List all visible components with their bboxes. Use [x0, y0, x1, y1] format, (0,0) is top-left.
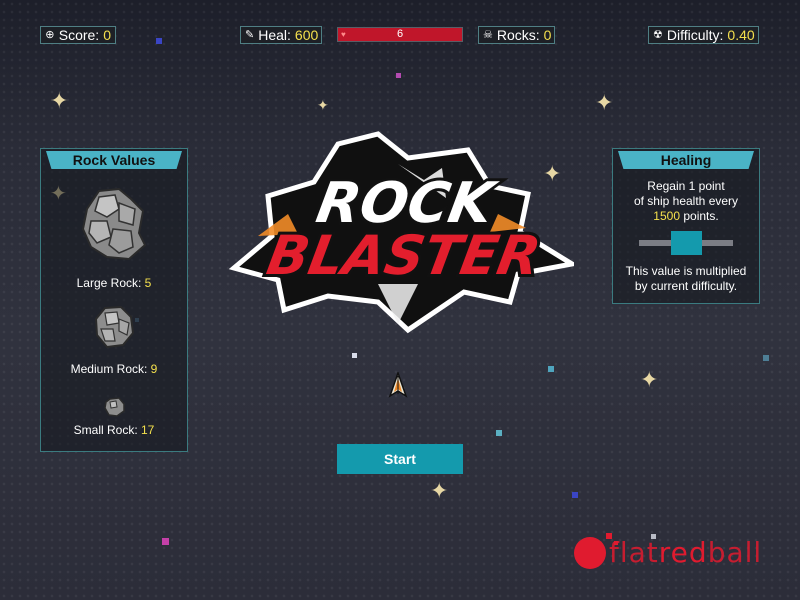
healing-note-1: This value is multiplied — [625, 264, 747, 278]
healing-line-2: of ship health every — [633, 194, 739, 208]
large-rock-value: 5 — [144, 276, 152, 290]
star: ✦ — [595, 90, 614, 115]
pixel-star — [548, 366, 554, 372]
brand-red: red — [658, 536, 708, 569]
player-ship-icon — [388, 372, 408, 398]
healing-panel: Healing Regain 1 point of ship health ev… — [612, 148, 760, 304]
flatredball-wordmark: flatredball — [609, 536, 762, 569]
pixel-star — [496, 430, 502, 436]
heart-icon: ♥ — [341, 30, 346, 39]
health-bar: ♥ 6 — [337, 27, 463, 42]
crosshair-icon: ⊕ — [45, 29, 55, 41]
large-rock-icon — [81, 187, 147, 261]
flatredball-logo: flatredball — [574, 532, 762, 569]
medium-rock-icon — [94, 305, 135, 349]
brand-flat: flat — [609, 536, 659, 569]
medium-rock-value: 9 — [150, 362, 158, 376]
pixel-star — [572, 492, 578, 498]
medium-rock-entry: Medium Rock: 9 — [41, 362, 187, 376]
pixel-star — [763, 355, 769, 361]
healing-points: 1500 points. — [613, 209, 759, 224]
small-rock-entry: Small Rock: 17 — [41, 423, 187, 437]
pixel-star — [352, 353, 357, 358]
healing-note-2: by current difficulty. — [634, 279, 738, 293]
score-display: ⊕ Score: 0 — [40, 26, 116, 44]
star: ✦ — [50, 88, 69, 113]
start-button[interactable]: Start — [337, 444, 463, 474]
rock-values-title: Rock Values — [46, 151, 182, 169]
rock-blaster-logo: ROCK BLASTER — [228, 131, 574, 334]
star: ✦ — [317, 97, 329, 113]
brand-ball: ball — [707, 536, 763, 569]
wrench-icon: ✎ — [245, 29, 255, 41]
small-rock-value: 17 — [141, 423, 155, 437]
small-rock-label: Small Rock: — [73, 423, 138, 437]
rock-values-panel: Rock Values Large Rock: 5 Medium Rock: 9… — [40, 148, 188, 452]
healing-slider-handle[interactable] — [671, 231, 702, 255]
radiation-icon: ☢ — [653, 29, 663, 41]
healing-points-value: 1500 — [653, 209, 680, 223]
skull-icon: ☠ — [483, 29, 493, 41]
rocks-display: ☠ Rocks: 0 — [478, 26, 555, 44]
pixel-star — [396, 73, 401, 78]
logo-word-blaster: BLASTER — [263, 223, 546, 287]
health-value: 6 — [396, 28, 404, 40]
star: ✦ — [430, 478, 449, 503]
difficulty-label: Difficulty: — [666, 27, 724, 43]
rocks-label: Rocks: — [496, 27, 540, 43]
score-label: Score: — [58, 27, 100, 43]
medium-rock-label: Medium Rock: — [70, 362, 148, 376]
healing-points-suffix: points. — [683, 209, 719, 223]
healing-title: Healing — [618, 151, 754, 169]
healing-line-1: Regain 1 point — [647, 179, 725, 193]
small-rock-icon — [104, 397, 125, 417]
heal-value: 600 — [294, 27, 319, 43]
difficulty-display: ☢ Difficulty: 0.40 — [648, 26, 759, 44]
difficulty-value: 0.40 — [727, 27, 755, 43]
score-value: 0 — [103, 27, 111, 43]
heal-label: Heal: — [258, 27, 291, 43]
pixel-star — [156, 38, 162, 44]
pixel-star — [162, 538, 169, 545]
flatredball-ball-icon — [574, 532, 618, 569]
large-rock-entry: Large Rock: 5 — [41, 276, 187, 290]
heal-display: ✎ Heal: 600 — [240, 26, 322, 44]
rocks-value: 0 — [543, 27, 552, 43]
large-rock-label: Large Rock: — [76, 276, 142, 290]
star: ✦ — [640, 367, 659, 392]
